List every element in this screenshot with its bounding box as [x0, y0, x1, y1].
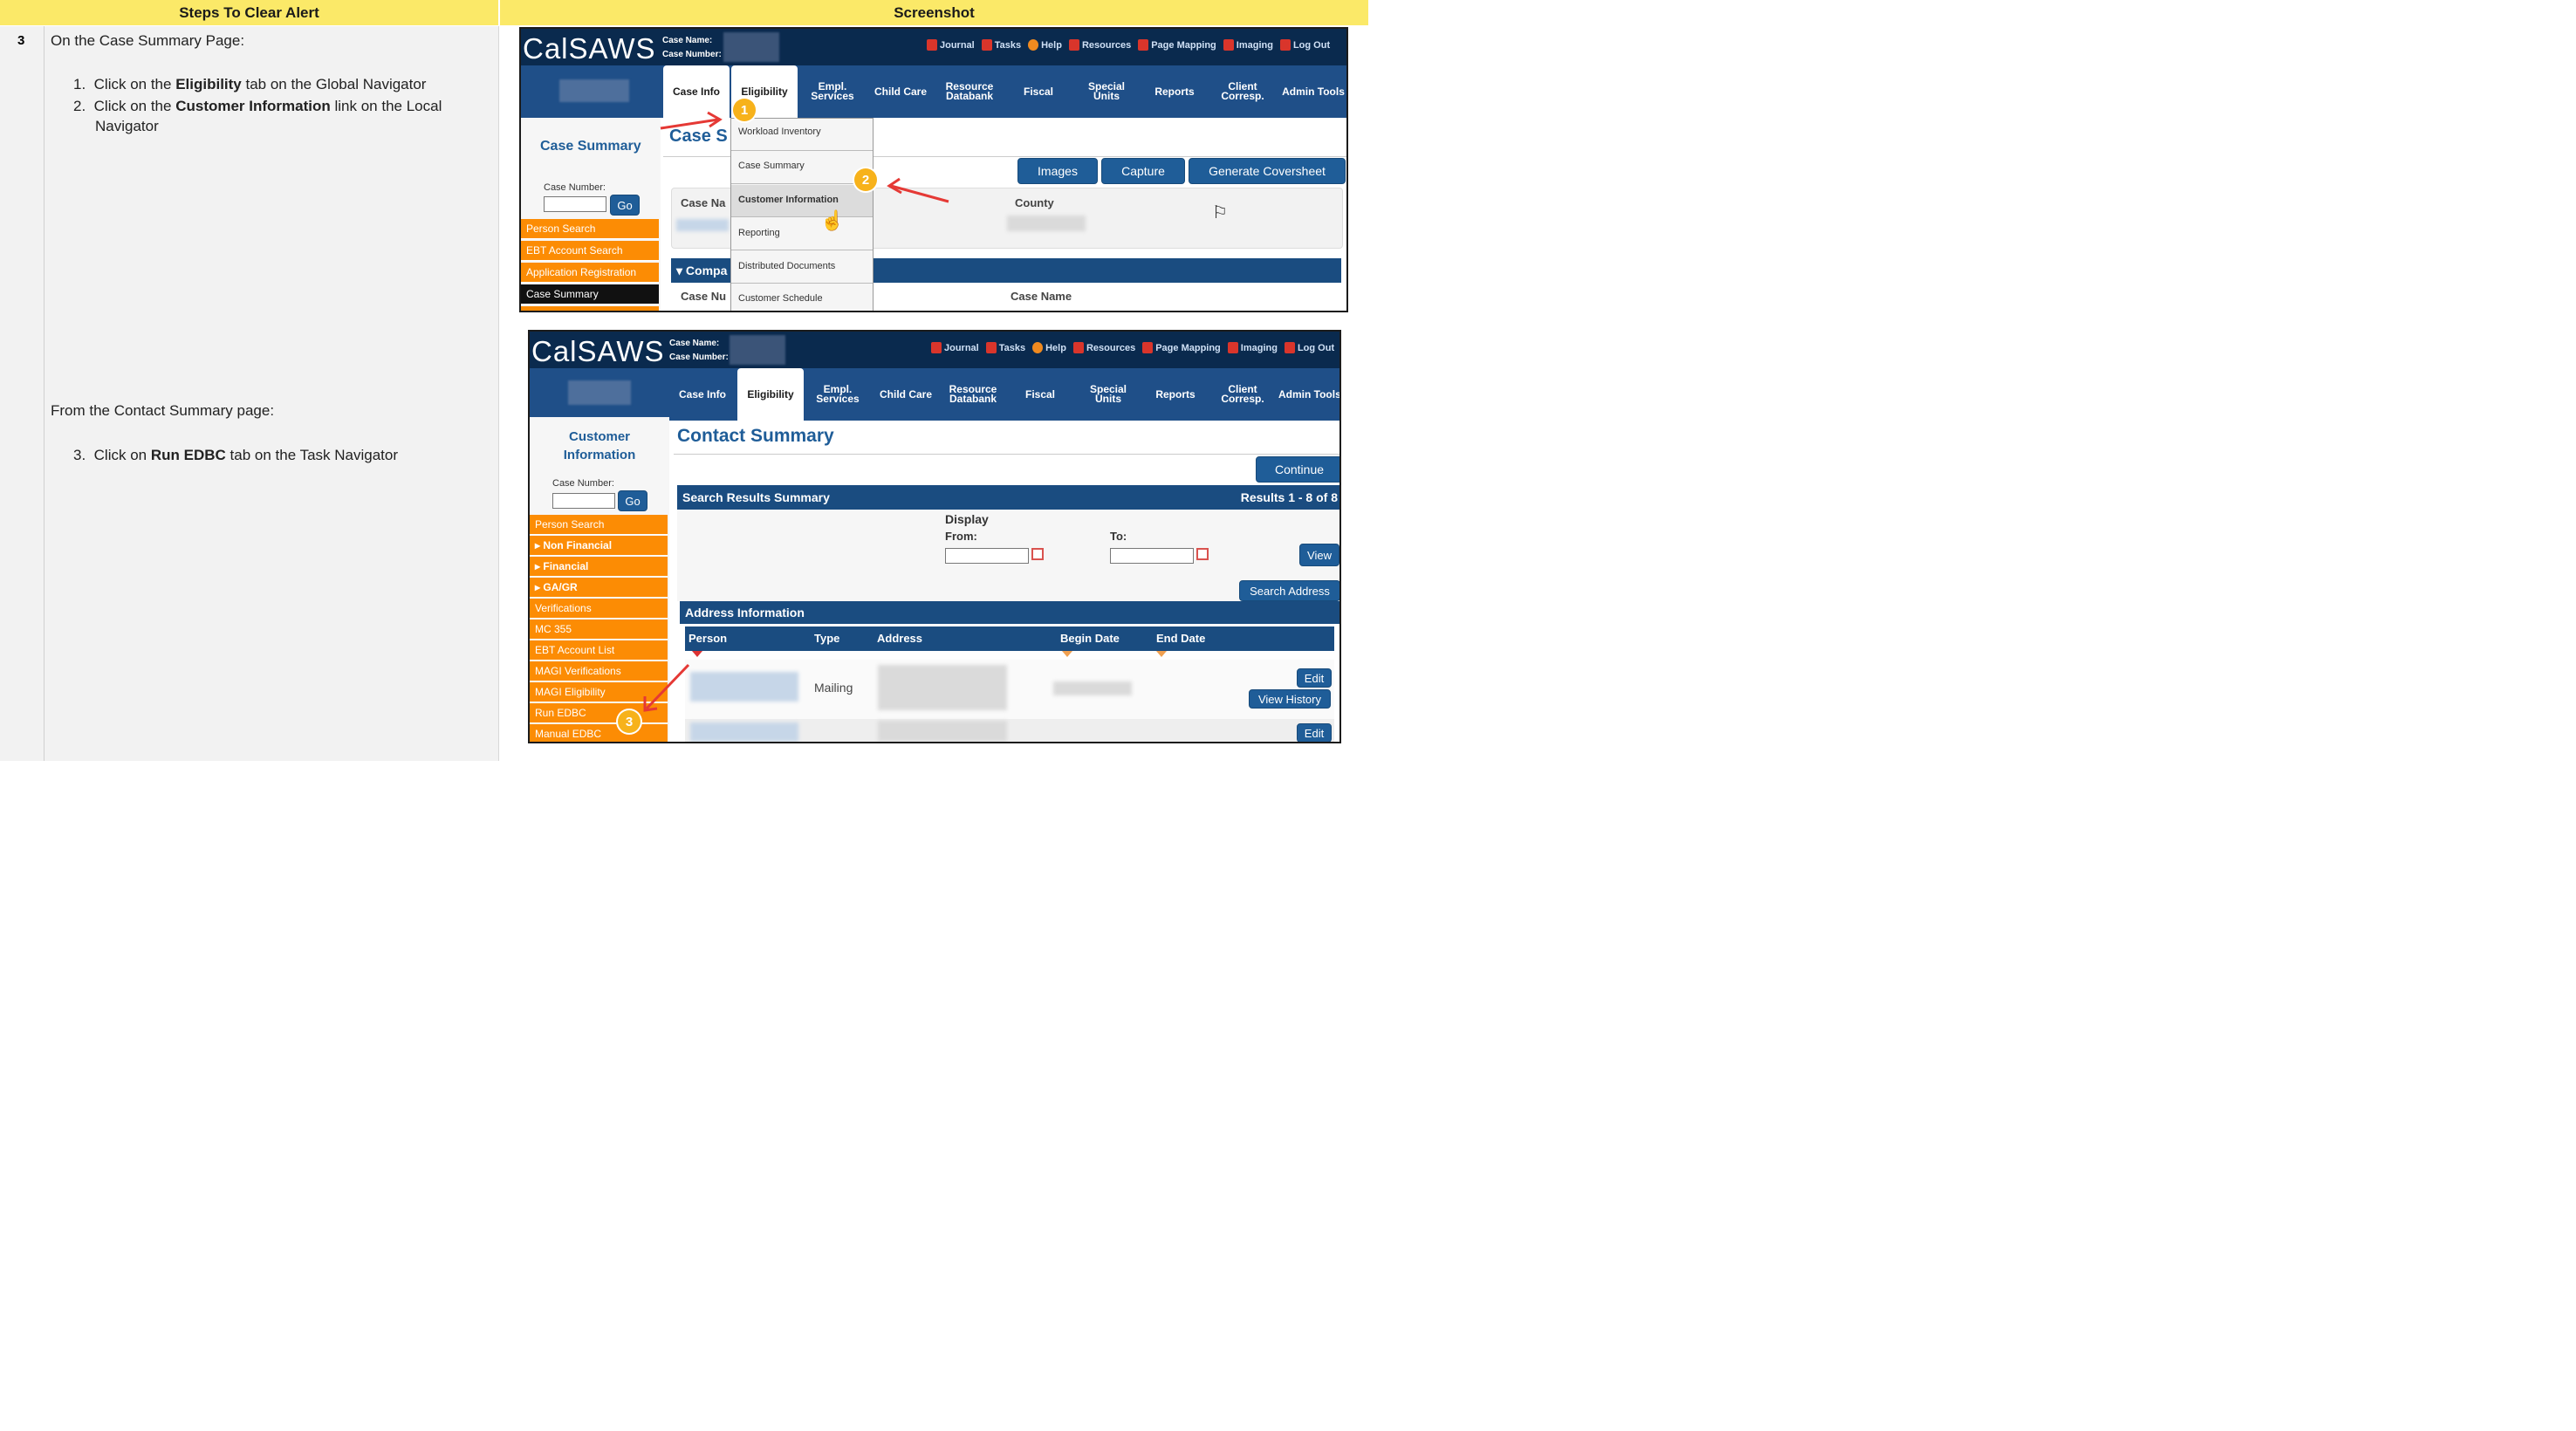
step-number-cell: 3 [0, 26, 45, 761]
annotation-arrows [660, 111, 949, 203]
callout-marker-2: 2 [854, 168, 877, 191]
screenshot-case-summary: CalSAWS Case Name: Case Number: Journal … [519, 27, 1348, 312]
screenshot-contact-summary: CalSAWS Case Name: Case Number: Journal … [528, 330, 1341, 743]
screenshot-header: Screenshot [500, 0, 1368, 25]
callout-marker-1: 1 [733, 99, 756, 121]
annotation-arrow [643, 663, 690, 712]
intro-text-2: From the Contact Summary page: [51, 402, 275, 419]
step-item-3: 3. Click on Run EDBC tab on the Task Nav… [73, 447, 399, 463]
step-item-2: 2. Click on the Customer Information lin… [73, 98, 442, 134]
intro-text-1: On the Case Summary Page: [51, 32, 245, 49]
steps-header: Steps To Clear Alert [0, 0, 498, 25]
callout-marker-3: 3 [618, 710, 641, 733]
step-item-1: 1. Click on the Eligibility tab on the G… [73, 76, 427, 92]
steps-cell: On the Case Summary Page: 1. Click on th… [45, 26, 499, 761]
